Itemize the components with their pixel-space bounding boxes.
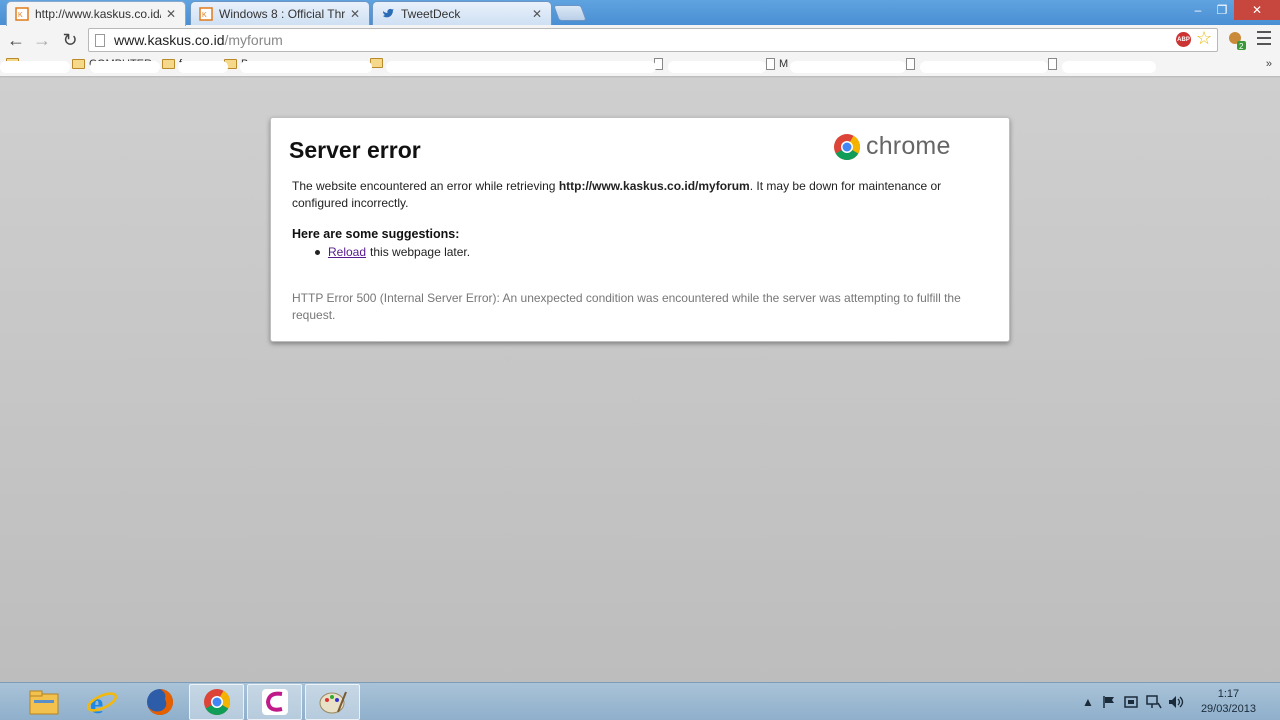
bookmarks-overflow-button[interactable]: » (1266, 58, 1272, 70)
back-button[interactable]: ← (4, 28, 28, 52)
restore-button[interactable]: ❐ (1208, 0, 1236, 20)
redaction (790, 61, 906, 73)
power-icon[interactable] (1124, 683, 1140, 720)
chrome-brand: chrome (833, 132, 951, 161)
taskbar: e ▲ 1:17 29/03/2013 (0, 682, 1280, 720)
document-icon (906, 58, 915, 70)
error-details: HTTP Error 500 (Internal Server Error): … (292, 291, 961, 322)
redaction (920, 61, 1048, 73)
tab-tweetdeck[interactable]: TweetDeck ✕ (372, 1, 552, 25)
redaction (386, 61, 656, 73)
paint-icon[interactable] (305, 684, 360, 720)
clock-date: 29/03/2013 (1200, 703, 1256, 715)
adblock-icon[interactable]: ABP (1176, 32, 1191, 47)
close-window-button[interactable]: ✕ (1234, 0, 1280, 20)
svg-text:K: K (18, 12, 23, 19)
action-center-flag-icon[interactable] (1102, 683, 1116, 720)
app-icon[interactable] (247, 684, 302, 720)
folder-icon (162, 59, 175, 69)
error-card: Server error chrome The website encounte… (270, 117, 1010, 342)
tab-close-icon[interactable]: ✕ (349, 7, 361, 21)
error-url: http://www.kaskus.co.id/myforum (558, 179, 750, 193)
browser-toolbar: ← → ↻ www.kaskus.co.id/myforum (0, 25, 1280, 55)
svg-text:K: K (202, 12, 207, 19)
suggestion-text: this webpage later. (370, 245, 471, 259)
document-icon (1048, 58, 1057, 70)
folder-icon (72, 59, 85, 69)
tweetdeck-bird-icon (381, 7, 395, 21)
chrome-icon[interactable] (189, 684, 244, 720)
redaction (1062, 61, 1156, 73)
reload-button[interactable]: ↻ (58, 28, 82, 52)
tab-title: http://www.kaskus.co.id/my (35, 7, 161, 21)
redaction (90, 61, 160, 73)
kaskus-favicon: K (15, 7, 29, 21)
tab-title: TweetDeck (401, 6, 461, 21)
redaction (0, 61, 70, 73)
error-description: The website encountered an error while r… (292, 179, 942, 210)
bookmark-item[interactable] (654, 58, 667, 70)
bookmarks-bar: COMPUTER f B M » (0, 55, 1280, 77)
redaction (240, 61, 372, 73)
file-explorer-icon[interactable] (16, 684, 71, 720)
tab-close-icon[interactable]: ✕ (165, 7, 177, 21)
menu-icon[interactable] (1257, 31, 1271, 45)
volume-icon[interactable] (1168, 683, 1184, 720)
brand-name: chrome (866, 132, 951, 160)
chrome-logo-icon (834, 133, 861, 160)
extension-icon[interactable]: 2 (1226, 30, 1246, 51)
bookmark-star-icon[interactable]: ☆ (1196, 28, 1212, 49)
bookmark-item[interactable]: M (766, 58, 788, 70)
firefox-icon[interactable] (132, 684, 187, 720)
internet-explorer-icon[interactable]: e (74, 684, 129, 720)
bookmark-item[interactable] (370, 58, 387, 68)
bookmark-item[interactable] (906, 58, 919, 70)
address-bar[interactable]: www.kaskus.co.id/myforum (88, 28, 1218, 52)
page-content: Server error chrome The website encounte… (0, 78, 1280, 682)
tab-kaskus-myforum[interactable]: K http://www.kaskus.co.id/my ✕ (6, 1, 186, 26)
clock-time: 1:17 (1217, 688, 1240, 700)
network-icon[interactable] (1146, 683, 1162, 720)
taskbar-clock[interactable]: 1:17 29/03/2013 (1201, 687, 1256, 717)
tab-title: Windows 8 : Official Threa (219, 6, 345, 21)
svg-text:2: 2 (1239, 42, 1244, 50)
tab-strip: K http://www.kaskus.co.id/my ✕ K Windows… (0, 0, 1280, 26)
redaction (178, 61, 228, 73)
new-tab-button[interactable] (553, 5, 587, 21)
suggestion-item: Reload this webpage later. (315, 245, 470, 259)
tab-windows8-thread[interactable]: K Windows 8 : Official Threa ✕ (190, 1, 370, 25)
show-hidden-icons-button[interactable]: ▲ (1082, 683, 1094, 720)
reload-link[interactable]: Reload (328, 245, 366, 259)
url-text: www.kaskus.co.id/myforum (114, 32, 283, 48)
page-icon (95, 33, 105, 47)
bookmark-item[interactable] (1048, 58, 1061, 70)
tab-close-icon[interactable]: ✕ (531, 7, 543, 21)
bullet (315, 249, 320, 255)
kaskus-favicon: K (199, 6, 213, 21)
suggestions-heading: Here are some suggestions: (292, 227, 460, 241)
redaction (668, 61, 766, 73)
document-icon (766, 58, 775, 70)
forward-button[interactable]: → (30, 28, 54, 52)
error-heading: Server error (289, 137, 421, 163)
